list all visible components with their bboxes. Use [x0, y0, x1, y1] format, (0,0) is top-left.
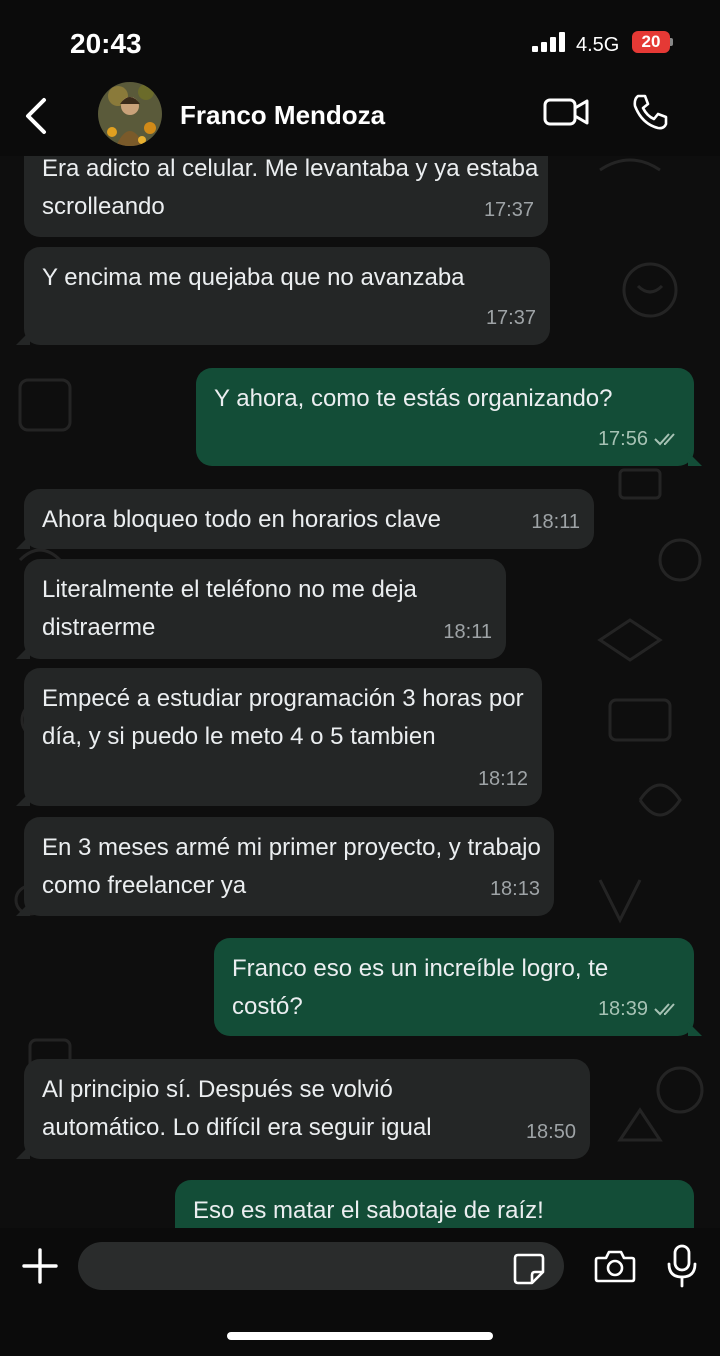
message-bubble-outgoing[interactable]: Franco eso es un increíble logro, te cos… [214, 938, 702, 1036]
message-bubble-outgoing[interactable]: Y ahora, como te estás organizando? 17:5… [196, 368, 702, 466]
message-input[interactable] [78, 1242, 564, 1290]
microphone-icon[interactable] [666, 1244, 698, 1288]
message-time: 17:37 [483, 199, 534, 221]
message-text: Y encima me quejaba que no avanzaba [42, 264, 465, 291]
chat-screen: Era adicto al celular. Me levantaba y ya… [0, 0, 720, 1356]
message-time: 18:13 [489, 878, 540, 900]
composer-bar [0, 1228, 720, 1356]
message-bubble-incoming[interactable]: Ahora bloqueo todo en horarios clave 18:… [16, 489, 594, 549]
message-text: Al principio sí. Después se volvió autom… [42, 1076, 432, 1141]
message-bubble-incoming[interactable]: Al principio sí. Después se volvió autom… [16, 1059, 590, 1159]
status-bar: 20:43 4.5G 20 [0, 0, 720, 80]
chat-header: Franco Mendoza [0, 80, 720, 156]
avatar[interactable] [98, 82, 162, 146]
message-text: En 3 meses armé mi primer proyecto, y tr… [42, 834, 541, 899]
phone-call-icon[interactable] [630, 92, 670, 132]
home-indicator[interactable] [227, 1332, 493, 1340]
status-time: 20:43 [70, 28, 142, 59]
message-text: Literalmente el teléfono no me deja dist… [42, 576, 417, 641]
message-time: 17:37 [485, 307, 536, 329]
battery-level: 20 [641, 32, 661, 51]
message-bubble-incoming[interactable]: En 3 meses armé mi primer proyecto, y tr… [16, 817, 554, 916]
message-bubble-incoming[interactable]: Y encima me quejaba que no avanzaba 17:3… [16, 247, 550, 345]
video-call-icon[interactable] [542, 94, 590, 130]
message-text: Eso es matar el sabotaje de raíz! [193, 1197, 544, 1224]
message-text: Ahora bloqueo todo en horarios clave [42, 506, 441, 533]
message-text: Era adicto al celular. Me levantaba y ya… [42, 155, 539, 220]
message-time: 18:50 [525, 1121, 576, 1143]
network-type: 4.5G [576, 34, 620, 56]
message-time: 18:11 [443, 621, 492, 643]
battery-icon: 20 [632, 31, 673, 53]
message-text: Y ahora, como te estás organizando? [214, 385, 613, 412]
message-time: 18:39 [597, 998, 648, 1020]
sticker-icon[interactable] [512, 1252, 546, 1286]
message-time: 17:56 [597, 428, 648, 450]
read-receipt-icon [654, 433, 675, 446]
message-time: 18:11 [531, 511, 580, 533]
message-list[interactable]: Era adicto al celular. Me levantaba y ya… [0, 0, 720, 1356]
message-bubble-incoming[interactable]: Literalmente el teléfono no me deja dist… [16, 559, 506, 659]
plus-icon[interactable] [20, 1246, 60, 1286]
back-icon[interactable] [18, 94, 54, 138]
read-receipt-icon [654, 1003, 675, 1016]
message-text: Empecé a estudiar programación 3 horas p… [42, 685, 524, 750]
message-bubble-incoming[interactable]: Empecé a estudiar programación 3 horas p… [16, 668, 542, 806]
signal-icon [532, 32, 566, 52]
message-time: 18:12 [477, 768, 528, 790]
camera-icon[interactable] [594, 1248, 636, 1284]
contact-name[interactable]: Franco Mendoza [180, 100, 385, 131]
